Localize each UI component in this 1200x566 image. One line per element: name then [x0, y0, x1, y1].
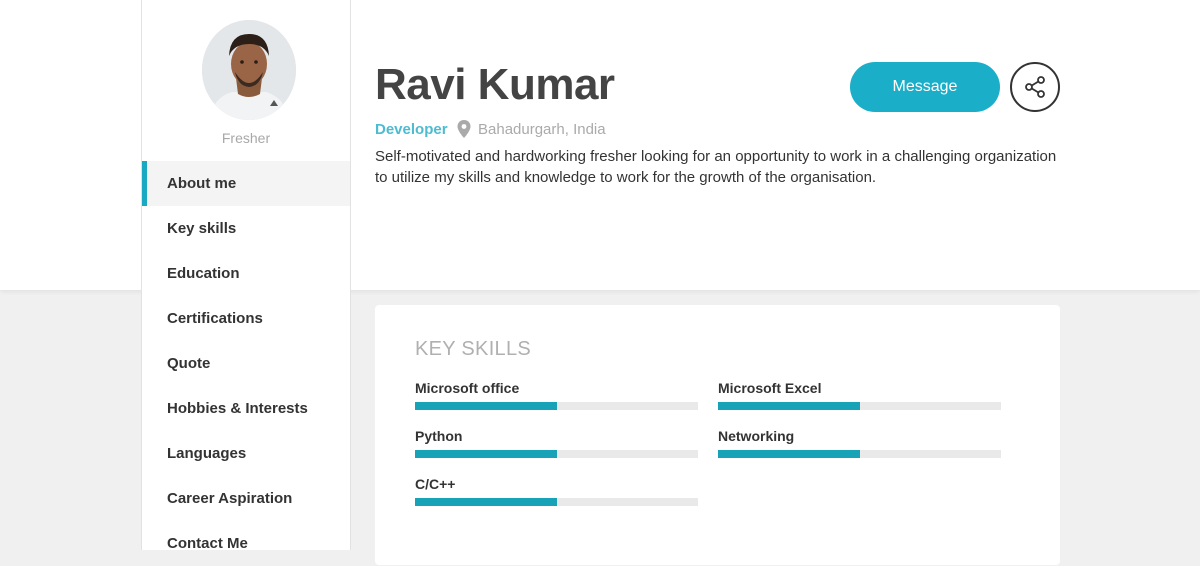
avatar [202, 20, 296, 120]
profile-name: Ravi Kumar [375, 60, 615, 109]
skill-bar-fill [415, 498, 557, 506]
share-icon [1025, 76, 1045, 98]
sidebar-item-key-skills[interactable]: Key skills [142, 206, 350, 251]
sidebar: Fresher About me Key skills Education Ce… [141, 0, 351, 552]
skill-bar-fill [415, 450, 557, 458]
sidebar-item-career-aspiration[interactable]: Career Aspiration [142, 476, 350, 521]
sidebar-item-certifications[interactable]: Certifications [142, 296, 350, 341]
sidebar-item-contact-me[interactable]: Contact Me [142, 521, 350, 566]
skill-name: Microsoft office [415, 380, 520, 396]
skill-name: Microsoft Excel [718, 380, 822, 396]
skill-bar-track [718, 402, 1001, 410]
skill-bar-fill [718, 402, 860, 410]
sidebar-item-hobbies-interests[interactable]: Hobbies & Interests [142, 386, 350, 431]
skill-name: C/C++ [415, 476, 456, 492]
location-pin-icon [457, 120, 471, 138]
skill-bar-fill [718, 450, 860, 458]
profile-status: Fresher [221, 130, 271, 146]
message-button[interactable]: Message [850, 62, 1000, 112]
skill-bar-track [415, 498, 698, 506]
avatar-image [202, 20, 296, 120]
skill-item: Python [415, 427, 698, 458]
sidebar-item-languages[interactable]: Languages [142, 431, 350, 476]
sidebar-nav: About me Key skills Education Certificat… [142, 161, 350, 566]
skill-item: Microsoft office [415, 379, 698, 410]
skill-item: Networking [718, 427, 1001, 458]
skill-bar-fill [415, 402, 557, 410]
sidebar-item-about-me[interactable]: About me [142, 161, 350, 206]
skill-item: C/C++ [415, 475, 698, 506]
profile-bio: Self-motivated and hardworking fresher l… [375, 148, 1057, 186]
key-skills-card: KEY SKILLS Microsoft office Microsoft Ex… [375, 305, 1060, 565]
skill-bar-track [718, 450, 1001, 458]
skill-bar-track [415, 402, 698, 410]
skill-bar-track [415, 450, 698, 458]
sidebar-item-quote[interactable]: Quote [142, 341, 350, 386]
skill-name: Python [415, 428, 463, 444]
profile-role: Developer [375, 121, 448, 138]
skill-name: Networking [718, 428, 795, 444]
sidebar-item-education[interactable]: Education [142, 251, 350, 296]
skill-item: Microsoft Excel [718, 379, 1001, 410]
profile-location: Bahadurgarh, India [478, 121, 606, 138]
key-skills-title: KEY SKILLS [415, 338, 532, 360]
share-button[interactable] [1010, 62, 1060, 112]
